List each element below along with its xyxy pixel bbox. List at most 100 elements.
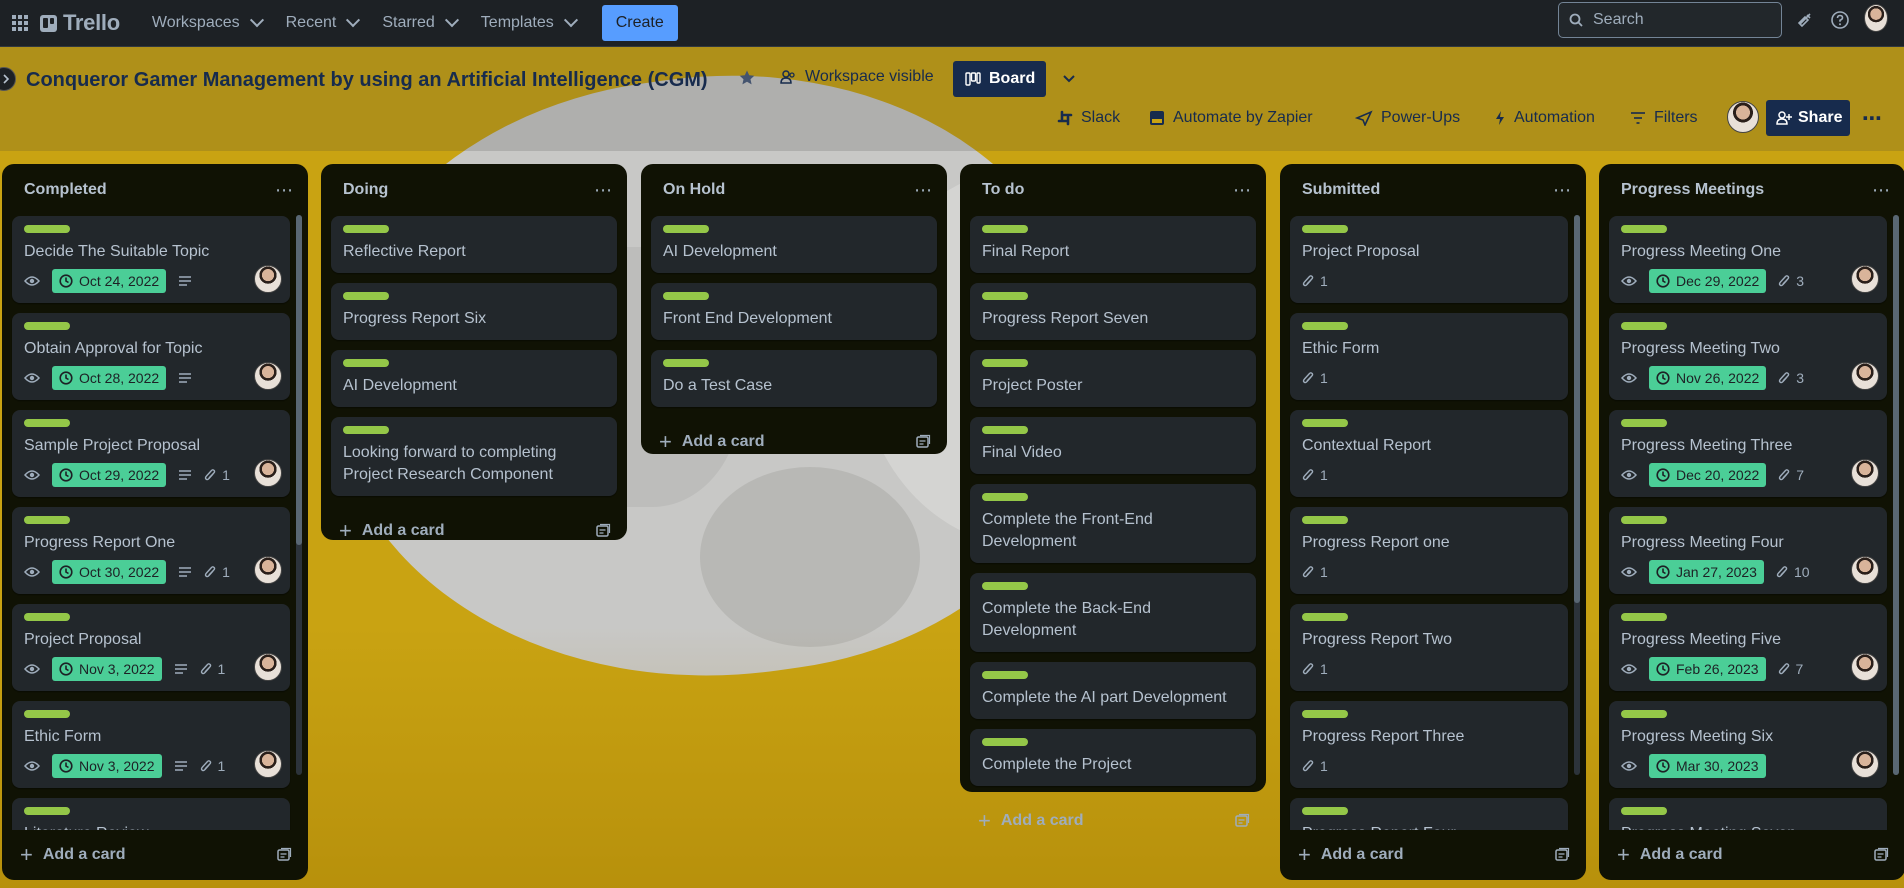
card-label-green[interactable] [24, 613, 70, 621]
add-card-button[interactable]: + Add a card [978, 810, 1084, 832]
member-avatar[interactable] [254, 750, 282, 778]
create-button[interactable]: Create [601, 5, 678, 41]
due-date-badge[interactable]: Nov 26, 2022 [1649, 366, 1767, 390]
filters-button[interactable]: Filters [1630, 109, 1698, 127]
card[interactable]: Final Report [970, 216, 1256, 273]
card[interactable]: Literature Review [12, 798, 290, 830]
card-label-green[interactable] [343, 359, 389, 367]
card-label-green[interactable] [343, 426, 389, 434]
card-template-icon[interactable] [1873, 847, 1889, 863]
card-label-green[interactable] [24, 710, 70, 718]
card-label-green[interactable] [1302, 807, 1348, 815]
card[interactable]: Complete the Front-End Development [970, 484, 1256, 563]
card-label-green[interactable] [1621, 613, 1667, 621]
add-card-button[interactable]: + Add a card [20, 844, 126, 866]
card-label-green[interactable] [982, 493, 1028, 501]
card[interactable]: Project Proposal Nov 3, 2022 1 [12, 604, 290, 691]
list-menu-icon[interactable]: ⋯ [1872, 180, 1891, 201]
card-label-green[interactable] [1302, 710, 1348, 718]
card[interactable]: Decide The Suitable Topic Oct 24, 2022 [12, 216, 290, 303]
view-switcher-button[interactable] [1060, 69, 1078, 87]
card-label-green[interactable] [1621, 225, 1667, 233]
help-icon[interactable] [1828, 8, 1852, 32]
due-date-badge[interactable]: Oct 30, 2022 [52, 560, 167, 584]
due-date-badge[interactable]: Feb 26, 2023 [1649, 657, 1766, 681]
list-title[interactable]: Doing [343, 181, 388, 199]
card[interactable]: Reflective Report [331, 216, 617, 273]
list-menu-icon[interactable]: ⋯ [1553, 180, 1572, 201]
card[interactable]: AI Development [331, 350, 617, 407]
member-avatar[interactable] [1851, 556, 1879, 584]
card-template-icon[interactable] [276, 847, 292, 863]
due-date-badge[interactable]: Jan 27, 2023 [1649, 560, 1764, 584]
card[interactable]: Obtain Approval for Topic Oct 28, 2022 [12, 313, 290, 400]
trello-logo[interactable]: Trello [40, 10, 120, 36]
search-input[interactable] [1593, 11, 1763, 29]
card[interactable]: Ethic Form 1 [1290, 313, 1568, 400]
card-template-icon[interactable] [595, 523, 611, 539]
scrollbar-thumb[interactable] [1893, 215, 1899, 775]
member-avatar[interactable] [254, 362, 282, 390]
card-label-green[interactable] [1302, 516, 1348, 524]
card-label-green[interactable] [1621, 322, 1667, 330]
card-label-green[interactable] [1302, 322, 1348, 330]
card-label-green[interactable] [982, 225, 1028, 233]
card-label-green[interactable] [1302, 613, 1348, 621]
board-title[interactable]: Conqueror Gamer Management by using an A… [26, 69, 708, 92]
member-avatar[interactable] [254, 556, 282, 584]
card-label-green[interactable] [1621, 419, 1667, 427]
due-date-badge[interactable]: Oct 29, 2022 [52, 463, 167, 487]
recent-menu[interactable]: Recent [274, 7, 371, 39]
add-card-button[interactable]: + Add a card [1298, 844, 1404, 866]
list-menu-icon[interactable]: ⋯ [1233, 180, 1252, 201]
card-label-green[interactable] [663, 225, 709, 233]
card-label-green[interactable] [663, 292, 709, 300]
app-switcher-icon[interactable] [6, 9, 34, 37]
card[interactable]: Progress Meeting Five Feb 26, 2023 7 [1609, 604, 1887, 691]
card-label-green[interactable] [343, 292, 389, 300]
member-avatar[interactable] [1851, 362, 1879, 390]
list-menu-icon[interactable]: ⋯ [914, 180, 933, 201]
board-member-avatar[interactable] [1727, 101, 1759, 133]
notifications-icon[interactable] [1793, 8, 1817, 32]
card[interactable]: Project Poster [970, 350, 1256, 407]
card[interactable]: Do a Test Case [651, 350, 937, 407]
list-scrollbar[interactable] [296, 215, 302, 775]
sidebar-expand-button[interactable] [0, 67, 16, 91]
member-avatar[interactable] [1851, 459, 1879, 487]
list-title[interactable]: Progress Meetings [1621, 181, 1764, 199]
card[interactable]: Final Video [970, 417, 1256, 474]
starred-menu[interactable]: Starred [370, 7, 468, 39]
card[interactable]: Progress Report One Oct 30, 2022 1 [12, 507, 290, 594]
card-template-icon[interactable] [1554, 847, 1570, 863]
list-title[interactable]: To do [982, 181, 1024, 199]
member-avatar[interactable] [1851, 265, 1879, 293]
card[interactable]: Complete the Back-End Development [970, 573, 1256, 652]
card-label-green[interactable] [24, 516, 70, 524]
templates-menu[interactable]: Templates [469, 7, 588, 39]
list-scrollbar[interactable] [1574, 215, 1580, 775]
member-avatar[interactable] [1851, 750, 1879, 778]
account-avatar[interactable] [1864, 4, 1888, 32]
list-title[interactable]: Completed [24, 181, 107, 199]
card[interactable]: Progress Report Seven [970, 283, 1256, 340]
member-avatar[interactable] [254, 265, 282, 293]
card-label-green[interactable] [982, 359, 1028, 367]
board-view-button[interactable]: Board [953, 61, 1046, 97]
slack-button[interactable]: Slack [1057, 109, 1120, 127]
card-label-green[interactable] [982, 738, 1028, 746]
card-template-icon[interactable] [915, 434, 931, 450]
card-label-green[interactable] [24, 419, 70, 427]
card[interactable]: Progress Meeting Seven [1609, 798, 1887, 830]
card[interactable]: Looking forward to completing Project Re… [331, 417, 617, 496]
card[interactable]: Progress Report Six [331, 283, 617, 340]
due-date-badge[interactable]: Nov 3, 2022 [52, 754, 162, 778]
card-label-green[interactable] [982, 292, 1028, 300]
card-label-green[interactable] [663, 359, 709, 367]
due-date-badge[interactable]: Nov 3, 2022 [52, 657, 162, 681]
member-avatar[interactable] [254, 459, 282, 487]
card[interactable]: Project Proposal 1 [1290, 216, 1568, 303]
board-menu-button[interactable]: ⋯ [1862, 106, 1883, 131]
card[interactable]: Complete the AI part Development [970, 662, 1256, 719]
list-menu-icon[interactable]: ⋯ [275, 180, 294, 201]
